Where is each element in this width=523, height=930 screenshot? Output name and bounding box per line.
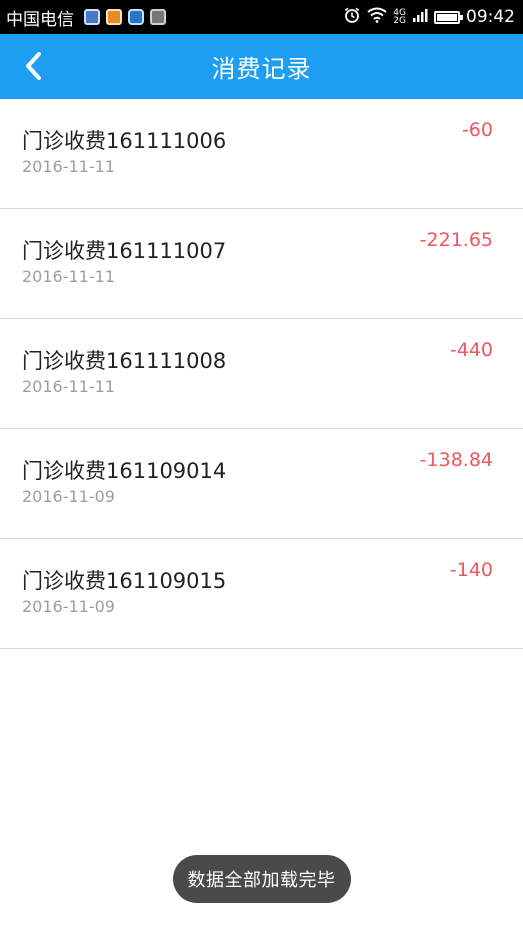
wifi-icon xyxy=(367,7,387,28)
record-name: 门诊收费161111007 xyxy=(22,239,227,263)
record-name: 门诊收费161111006 xyxy=(22,129,227,153)
network-label-2g: 2G xyxy=(393,16,406,26)
record-name: 门诊收费161109014 xyxy=(22,459,227,483)
toast-message: 数据全部加载完毕 xyxy=(172,855,351,903)
battery-icon xyxy=(434,10,463,24)
record-row[interactable]: 门诊收费161109014 2016-11-09 -138.84 xyxy=(0,429,523,539)
record-date: 2016-11-11 xyxy=(22,377,115,396)
back-button[interactable] xyxy=(14,46,54,86)
record-row[interactable]: 门诊收费161111006 2016-11-11 -60 xyxy=(0,99,523,209)
notification-app-icon xyxy=(84,9,100,25)
status-bar: 中国电信 4G 2G 09:42 xyxy=(0,0,523,34)
notification-app-icon xyxy=(150,9,166,25)
chevron-left-icon xyxy=(26,52,41,80)
status-right: 4G 2G 09:42 xyxy=(343,6,515,29)
record-row[interactable]: 门诊收费161111007 2016-11-11 -221.65 xyxy=(0,209,523,319)
record-name: 门诊收费161111008 xyxy=(22,349,227,373)
carrier-label: 中国电信 xyxy=(6,9,74,30)
record-date: 2016-11-09 xyxy=(22,487,115,506)
record-amount: -440 xyxy=(449,339,493,361)
record-row[interactable]: 门诊收费161111008 2016-11-11 -440 xyxy=(0,319,523,429)
record-amount: -138.84 xyxy=(419,449,493,471)
record-row[interactable]: 门诊收费161109015 2016-11-09 -140 xyxy=(0,539,523,649)
page-title: 消费记录 xyxy=(211,55,312,83)
record-name: 门诊收费161109015 xyxy=(22,569,227,593)
signal-icon xyxy=(412,7,428,28)
record-date: 2016-11-11 xyxy=(22,267,115,286)
app-bar: 消费记录 xyxy=(0,34,523,99)
record-list: 门诊收费161111006 2016-11-11 -60 门诊收费1611110… xyxy=(0,99,523,649)
network-type-badge: 4G 2G xyxy=(393,9,406,26)
record-amount: -60 xyxy=(461,119,493,141)
record-date: 2016-11-09 xyxy=(22,597,115,616)
record-amount: -221.65 xyxy=(419,229,493,251)
battery-level xyxy=(437,13,457,21)
screen: 中国电信 4G 2G 09:42 消费记录 门诊收费161111006 2016… xyxy=(0,0,523,930)
record-date: 2016-11-11 xyxy=(22,157,115,176)
notification-app-icon xyxy=(106,9,122,25)
alarm-icon xyxy=(343,6,361,29)
record-amount: -140 xyxy=(449,559,493,581)
status-left: 中国电信 xyxy=(6,5,166,30)
status-time: 09:42 xyxy=(466,7,515,27)
notification-app-icon xyxy=(128,9,144,25)
